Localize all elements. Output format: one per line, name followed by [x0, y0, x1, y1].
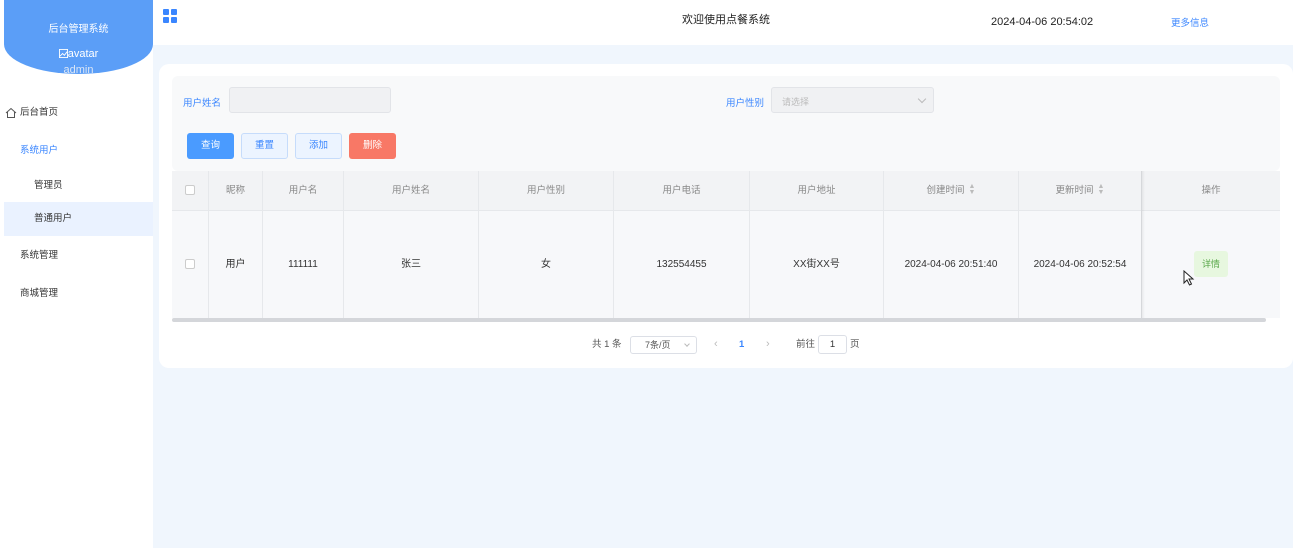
column-header: 用户电话 — [614, 171, 750, 210]
name-filter-label: 用户姓名 — [183, 98, 222, 109]
gender-filter-label: 用户性别 — [726, 98, 765, 109]
table-header: 昵称 用户名 用户姓名 用户性别 用户电话 用户地址 创建时间 ▲ ▼ 更新时间 ▲ ▼… — [172, 171, 1280, 211]
row-checkbox[interactable] — [185, 259, 195, 270]
sidebar-item-system-users[interactable]: 系统用户 — [4, 134, 153, 168]
goto-page-input[interactable]: 1 — [818, 335, 847, 354]
avatar-alt-text: avatar — [67, 48, 99, 60]
sidebar-item-shop-management[interactable]: 商城管理 — [4, 277, 153, 311]
row-select-cell — [172, 211, 209, 318]
avatar: avatar — [4, 48, 153, 60]
sidebar-item-regular-users[interactable]: 普通用户 — [4, 202, 153, 236]
page-suffix-label: 页 — [850, 339, 860, 350]
cell-address: XX街XX号 — [750, 211, 884, 318]
filter-panel: 用户姓名 用户性别 请选择 查询 重置 添加 删除 — [172, 76, 1280, 171]
cell-actions: 详情 — [1142, 211, 1280, 318]
page-number-current[interactable]: 1 — [739, 339, 744, 350]
column-header-sortable[interactable]: 创建时间 ▲ ▼ — [884, 171, 1019, 210]
chevron-down-icon — [917, 94, 927, 104]
broken-image-icon — [58, 49, 68, 58]
column-header: 用户名 — [263, 171, 344, 210]
sidebar-item-label: 后台首页 — [20, 107, 59, 118]
topbar: 欢迎使用点餐系统 2024-04-06 20:54:02 更多信息 — [153, 0, 1293, 45]
current-datetime: 2024-04-06 20:54:02 — [991, 16, 1094, 28]
page-size-select[interactable]: 7条/页 — [630, 336, 697, 354]
sidebar-item-admins[interactable]: 管理员 — [4, 169, 153, 203]
cell-gender: 女 — [479, 211, 614, 318]
sidebar-item-dashboard[interactable]: 后台首页 — [4, 96, 153, 130]
menu-grid-icon[interactable] — [163, 9, 177, 23]
pagination-total: 共 1 条 — [592, 339, 622, 350]
cell-nickname: 用户 — [209, 211, 263, 318]
sidebar-header: 后台管理系统 avatar admin — [4, 0, 153, 76]
gender-select[interactable]: 请选择 — [771, 87, 934, 113]
column-header: 用户地址 — [750, 171, 884, 210]
column-header: 用户姓名 — [344, 171, 479, 210]
column-header-label: 更新时间 — [1055, 185, 1094, 196]
sidebar-item-label: 管理员 — [34, 180, 63, 191]
detail-button[interactable]: 详情 — [1193, 251, 1228, 278]
cell-updated: 2024-04-06 20:52:54 — [1019, 211, 1142, 318]
column-header-label: 创建时间 — [926, 185, 965, 196]
table-row: 用户 111111 张三 女 132554455 XX街XX号 2024-04-… — [172, 211, 1280, 318]
users-table: 昵称 用户名 用户姓名 用户性别 用户电话 用户地址 创建时间 ▲ ▼ 更新时间 ▲ ▼… — [172, 171, 1280, 319]
table-horizontal-scrollbar[interactable] — [172, 318, 1266, 322]
goto-label: 前往 — [796, 339, 816, 350]
cell-username: 111111 — [263, 211, 344, 318]
select-all-checkbox[interactable] — [185, 185, 195, 196]
column-header: 用户性别 — [479, 171, 614, 210]
add-button[interactable]: 添加 — [295, 133, 342, 159]
chevron-down-icon — [684, 341, 690, 347]
delete-button[interactable]: 删除 — [349, 133, 396, 159]
column-header-sortable[interactable]: 更新时间 ▲ ▼ — [1019, 171, 1142, 210]
main-content: 用户姓名 用户性别 请选择 查询 重置 添加 删除 昵称 用户名 用户姓名 用户… — [153, 45, 1293, 548]
sidebar-item-label: 普通用户 — [34, 213, 73, 224]
cell-created: 2024-04-06 20:51:40 — [884, 211, 1019, 318]
prev-page-icon[interactable]: ‹ — [714, 338, 718, 350]
welcome-text: 欢迎使用点餐系统 — [682, 14, 770, 26]
app-title: 后台管理系统 — [48, 24, 109, 35]
fixed-column-shadow — [1141, 171, 1145, 318]
next-page-icon[interactable]: › — [766, 338, 770, 350]
name-filter-input[interactable] — [229, 87, 391, 113]
sidebar: 后台管理系统 avatar admin 后台首页 系统用户 管理员 普通用户 系… — [4, 0, 153, 548]
page-size-value: 7条/页 — [645, 340, 671, 350]
column-header: 操作 — [1201, 185, 1221, 196]
username-label: admin — [63, 64, 94, 76]
sidebar-item-label: 系统用户 — [20, 145, 59, 156]
sidebar-item-label: 商城管理 — [20, 288, 59, 299]
mouse-cursor-icon — [1183, 270, 1195, 286]
column-header: 昵称 — [209, 171, 263, 210]
reset-button[interactable]: 重置 — [241, 133, 288, 159]
sidebar-item-label: 系统管理 — [20, 250, 59, 261]
cell-realname: 张三 — [344, 211, 479, 318]
home-icon — [5, 107, 17, 118]
content-card: 用户姓名 用户性别 请选择 查询 重置 添加 删除 昵称 用户名 用户姓名 用户… — [159, 64, 1293, 368]
gender-select-placeholder: 请选择 — [782, 97, 810, 107]
sort-icon[interactable]: ▲ ▼ — [969, 183, 976, 196]
sort-icon[interactable]: ▲ ▼ — [1098, 183, 1105, 196]
search-button[interactable]: 查询 — [187, 133, 234, 159]
cell-phone: 132554455 — [614, 211, 750, 318]
more-info-link[interactable]: 更多信息 — [1171, 15, 1209, 29]
sidebar-item-system-management[interactable]: 系统管理 — [4, 239, 153, 273]
select-all-cell — [172, 171, 209, 210]
